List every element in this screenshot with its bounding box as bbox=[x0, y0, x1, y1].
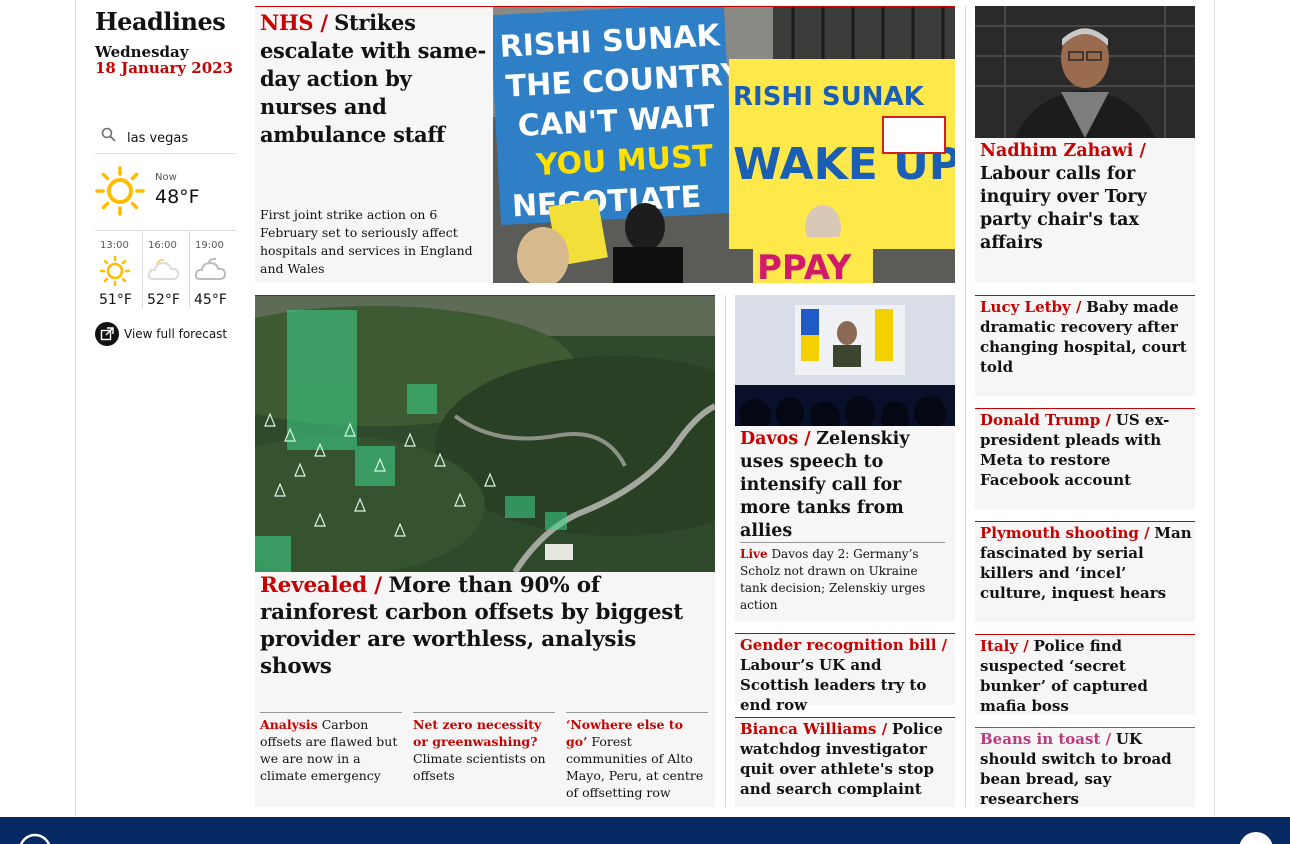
zahawi-card[interactable]: Nadhim Zahawi / Labour calls for inquiry… bbox=[975, 6, 1195, 283]
weather-location[interactable]: las vegas bbox=[127, 131, 188, 146]
hourly-item: 16:00 52°F bbox=[142, 231, 189, 308]
now-label: Now bbox=[155, 172, 177, 183]
date-day: Wednesday bbox=[95, 43, 189, 61]
bianca-williams-card[interactable]: Bianca Williams / Police watchdog invest… bbox=[735, 717, 955, 807]
italy-card[interactable]: Italy / Police find suspected ‘secret bu… bbox=[975, 634, 1195, 715]
sublink-text: Climate scientists on offsets bbox=[413, 751, 546, 783]
card-kicker: Revealed / bbox=[260, 573, 382, 598]
hour-time: 19:00 bbox=[195, 240, 224, 251]
bottom-banner bbox=[0, 817, 1290, 844]
card-kicker: Plymouth shooting / bbox=[980, 524, 1150, 542]
live-text: Davos day 2: Germany’s Scholz not drawn … bbox=[740, 547, 926, 612]
headlines-column: Headlines Wednesday 18 January 2023 las … bbox=[95, 7, 236, 346]
card-kicker: Bianca Williams / bbox=[740, 720, 888, 738]
card-kicker: Donald Trump / bbox=[980, 411, 1111, 429]
rainforest-photo bbox=[255, 296, 715, 572]
search-icon bbox=[101, 127, 117, 147]
card-headline[interactable]: Nadhim Zahawi / Labour calls for inquiry… bbox=[980, 140, 1192, 255]
rainforest-card[interactable]: Revealed / More than 90% of rainforest c… bbox=[255, 295, 715, 807]
donald-trump-card[interactable]: Donald Trump / US ex-president pleads wi… bbox=[975, 408, 1195, 509]
davos-photo bbox=[735, 295, 955, 426]
sublink-analysis[interactable]: Analysis Carbon offsets are flawed but w… bbox=[260, 712, 402, 784]
gender-bill-card[interactable]: Gender recognition bill / Labour’s UK and… bbox=[735, 633, 955, 714]
sun-icon bbox=[99, 255, 131, 291]
cloud-icon bbox=[147, 255, 181, 289]
cloud-icon bbox=[194, 255, 228, 289]
external-link-icon bbox=[95, 322, 119, 346]
protest-photo: RISHI SUNAK THE COUNTRY CAN'T WAIT YOU M… bbox=[493, 7, 955, 283]
sublink-nowhere-else[interactable]: ‘Nowhere else to go’ Forest communities … bbox=[566, 712, 708, 801]
card-kicker: Lucy Letby / bbox=[980, 298, 1082, 316]
expand-icon[interactable] bbox=[1238, 831, 1274, 844]
section-title: Headlines bbox=[95, 7, 226, 36]
date-full: 18 January 2023 bbox=[95, 59, 234, 77]
hourly-forecast: 13:00 51°F 16:00 52°F 19:00 45°F bbox=[95, 230, 236, 308]
hourly-item: 13:00 51°F bbox=[95, 231, 142, 308]
logo-icon bbox=[18, 833, 52, 844]
svg-text:PPAY: PPAY bbox=[757, 248, 852, 283]
hour-time: 13:00 bbox=[100, 240, 129, 251]
weather-now: Now 48°F bbox=[95, 158, 235, 230]
card-headline[interactable]: Revealed / More than 90% of rainforest c… bbox=[260, 572, 710, 680]
view-forecast-label: View full forecast bbox=[124, 327, 228, 341]
davos-card[interactable]: Davos / Zelenskiy uses speech to intensi… bbox=[735, 295, 955, 621]
live-badge: Live bbox=[740, 547, 768, 561]
headline-text: Labour’s UK and Scottish leaders try to … bbox=[740, 656, 927, 714]
zahawi-photo bbox=[975, 6, 1195, 138]
sublink-net-zero[interactable]: Net zero necessity or greenwashing? Clim… bbox=[413, 712, 555, 784]
hourly-item: 19:00 45°F bbox=[189, 231, 236, 308]
svg-text:RISHI SUNAK: RISHI SUNAK bbox=[733, 82, 925, 112]
card-kicker: NHS / bbox=[260, 10, 328, 35]
sublink-kicker: Net zero necessity or greenwashing? bbox=[413, 717, 542, 749]
headline-text: Labour calls for inquiry over Tory party… bbox=[980, 164, 1147, 253]
weather-location-search[interactable]: las vegas bbox=[95, 124, 235, 154]
card-kicker: Italy / bbox=[980, 637, 1029, 655]
card-headline[interactable]: Davos / Zelenskiy uses speech to intensi… bbox=[740, 428, 952, 543]
sublink-kicker: Analysis bbox=[260, 717, 318, 732]
lucy-letby-card[interactable]: Lucy Letby / Baby made dramatic recovery… bbox=[975, 295, 1195, 396]
card-headline[interactable]: NHS / Strikes escalate with same-day act… bbox=[260, 9, 488, 149]
hour-temp: 52°F bbox=[147, 292, 180, 308]
sun-icon bbox=[95, 166, 145, 220]
column-divider bbox=[965, 6, 966, 807]
nhs-strike-card[interactable]: NHS / Strikes escalate with same-day act… bbox=[255, 6, 955, 283]
card-kicker: Nadhim Zahawi / bbox=[980, 141, 1146, 161]
card-kicker: Davos / bbox=[740, 429, 811, 449]
card-standfirst: First joint strike action on 6 February … bbox=[260, 207, 473, 276]
column-divider bbox=[725, 295, 726, 807]
beans-in-toast-card[interactable]: Beans in toast / UK should switch to bro… bbox=[975, 727, 1195, 808]
card-kicker: Gender recognition bill / bbox=[740, 636, 948, 654]
card-kicker: Beans in toast / bbox=[980, 730, 1112, 748]
hour-temp: 51°F bbox=[99, 292, 132, 308]
live-blog-link[interactable]: Live Davos day 2: Germany’s Scholz not d… bbox=[740, 542, 945, 614]
hour-time: 16:00 bbox=[148, 240, 177, 251]
hour-temp: 45°F bbox=[194, 292, 227, 308]
now-temperature: 48°F bbox=[155, 186, 200, 208]
view-forecast-link[interactable]: View full forecast bbox=[95, 322, 227, 346]
plymouth-shooting-card[interactable]: Plymouth shooting / Man fascinated by se… bbox=[975, 521, 1195, 622]
sublink-text: Forest communities of Alto Mayo, Peru, a… bbox=[566, 734, 704, 800]
